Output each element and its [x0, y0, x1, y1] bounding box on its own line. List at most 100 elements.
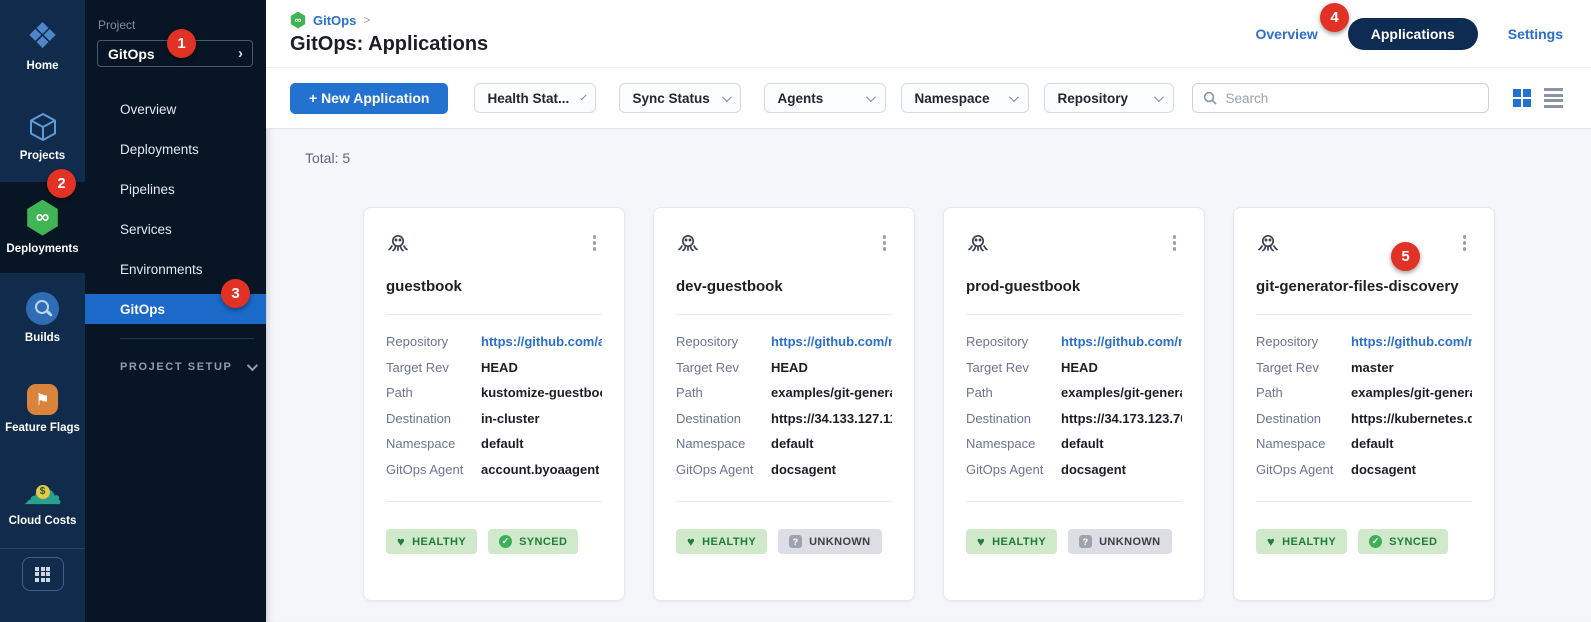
sync-status-badge: ?UNKNOWN [778, 529, 881, 554]
card-menu-button[interactable] [1167, 232, 1183, 254]
gitops-icon: ∞ [290, 12, 306, 29]
sidebar-item-feature-flags[interactable]: ⚑ Feature Flags [0, 364, 85, 455]
new-application-button[interactable]: + New Application [290, 83, 448, 114]
repository-link[interactable]: https://github.com/a... [481, 334, 602, 349]
module-label: Builds [25, 332, 60, 345]
chevron-down-icon [246, 360, 257, 371]
all-modules-button[interactable] [22, 557, 64, 591]
breadcrumb-gitops-link[interactable]: GitOps [313, 13, 356, 28]
chevron-down-icon [866, 92, 876, 102]
sidebar-item-services[interactable]: Services [85, 209, 266, 249]
card-divider [1256, 314, 1472, 315]
field-destination: Destinationhttps://34.133.127.118 [676, 406, 892, 432]
field-destination: Destinationhttps://34.173.123.70 [966, 406, 1182, 432]
module-label: Home [27, 60, 59, 73]
sidebar-item-overview[interactable]: Overview [85, 89, 266, 129]
heart-icon: ♥ [397, 535, 405, 548]
annotation-badge-5: 5 [1391, 242, 1420, 271]
application-name[interactable]: guestbook [386, 278, 602, 295]
page-title: GitOps: Applications [290, 33, 488, 56]
health-status-badge: ♥HEALTHY [676, 529, 767, 554]
rail-divider [0, 548, 85, 549]
grid-view-icon[interactable] [1513, 89, 1531, 107]
sidebar-item-deployments[interactable]: ∞ Deployments [0, 182, 85, 273]
application-card-prod-guestbook[interactable]: prod-guestbook Repositoryhttps://github.… [943, 207, 1205, 601]
application-card-guestbook[interactable]: guestbook Repositoryhttps://github.com/a… [363, 207, 625, 601]
header-left: ∞ GitOps > GitOps: Applications [290, 12, 488, 56]
chevron-down-icon [722, 92, 732, 102]
card-divider [676, 501, 892, 502]
breadcrumb-separator: > [363, 13, 370, 27]
project-setup-label: PROJECT SETUP [120, 361, 233, 373]
field-gitops-agent: GitOps Agentdocsagent [676, 457, 892, 483]
application-name[interactable]: prod-guestbook [966, 278, 1182, 295]
gitops-applications-page: ❖ Home Projects ∞ Deployments Builds ⚑ F… [0, 0, 1591, 622]
application-card-git-generator-files-discovery[interactable]: git-generator-files-discovery Repository… [1233, 207, 1495, 601]
home-icon: ❖ [26, 19, 58, 53]
heart-icon: ♥ [687, 535, 695, 548]
field-repository: Repositoryhttps://github.com/m... [1256, 329, 1472, 355]
module-rail: ❖ Home Projects ∞ Deployments Builds ⚑ F… [0, 0, 85, 622]
view-toggle [1513, 88, 1563, 108]
list-view-icon[interactable] [1544, 88, 1563, 108]
sidebar-item-home[interactable]: ❖ Home [0, 0, 85, 91]
card-menu-button[interactable] [1457, 232, 1473, 254]
applications-content: Total: 5 guestbook [266, 129, 1591, 601]
card-divider [966, 501, 1182, 502]
field-target-rev: Target Revmaster [1256, 355, 1472, 381]
apps-grid-icon [35, 567, 50, 582]
sidebar-item-deployments-nav[interactable]: Deployments [85, 129, 266, 169]
repository-link[interactable]: https://github.com/m... [1061, 334, 1182, 349]
sidebar-item-builds[interactable]: Builds [0, 273, 85, 364]
application-name[interactable]: dev-guestbook [676, 278, 892, 295]
filter-namespace[interactable]: Namespace [901, 83, 1029, 113]
tab-overview[interactable]: Overview [1255, 26, 1317, 42]
header-tabs: Overview Applications Settings [1255, 18, 1563, 50]
page-header: ∞ GitOps > GitOps: Applications Overview… [266, 0, 1591, 68]
field-path: Pathexamples/git-genera... [966, 380, 1182, 406]
field-path: Pathkustomize-guestbook [386, 380, 602, 406]
tab-applications[interactable]: Applications [1348, 18, 1478, 50]
field-repository: Repositoryhttps://github.com/a... [386, 329, 602, 355]
application-name[interactable]: git-generator-files-discovery [1256, 278, 1472, 295]
card-divider [1256, 501, 1472, 502]
search-input[interactable] [1225, 91, 1478, 106]
repository-link[interactable]: https://github.com/m... [1351, 334, 1472, 349]
chevron-down-icon [580, 93, 587, 100]
sidebar-item-cloud-costs[interactable]: ☁$ Cloud Costs [0, 455, 85, 546]
health-status-badge: ♥HEALTHY [1256, 529, 1347, 554]
heart-icon: ♥ [1267, 535, 1275, 548]
applications-toolbar: + New Application Health Stat... Sync St… [266, 68, 1591, 129]
feature-flags-icon: ⚑ [27, 384, 58, 415]
card-menu-button[interactable] [877, 232, 893, 254]
builds-icon [26, 292, 59, 325]
filter-health-status[interactable]: Health Stat... [474, 83, 596, 113]
chevron-down-icon [1009, 92, 1019, 102]
sidebar-item-projects[interactable]: Projects [0, 91, 85, 182]
main-area: ∞ GitOps > GitOps: Applications Overview… [266, 0, 1591, 622]
field-destination: Destinationin-cluster [386, 406, 602, 432]
filter-sync-status[interactable]: Sync Status [619, 83, 741, 113]
annotation-badge-2: 2 [47, 169, 76, 198]
filter-repository[interactable]: Repository [1044, 83, 1174, 113]
project-name: GitOps [108, 46, 155, 62]
card-divider [676, 314, 892, 315]
application-card-dev-guestbook[interactable]: dev-guestbook Repositoryhttps://github.c… [653, 207, 915, 601]
filter-agents[interactable]: Agents [764, 83, 886, 113]
health-status-badge: ♥HEALTHY [966, 529, 1057, 554]
sidebar-item-pipelines[interactable]: Pipelines [85, 169, 266, 209]
card-divider [966, 314, 1182, 315]
check-circle-icon: ✓ [1369, 535, 1382, 548]
project-setup-toggle[interactable]: PROJECT SETUP [120, 361, 266, 373]
field-namespace: Namespacedefault [386, 431, 602, 457]
field-target-rev: Target RevHEAD [966, 355, 1182, 381]
dollar-icon: $ [36, 485, 50, 499]
annotation-badge-1: 1 [167, 29, 196, 58]
tab-settings[interactable]: Settings [1508, 26, 1563, 42]
repository-link[interactable]: https://github.com/m... [771, 334, 892, 349]
deployments-icon: ∞ [26, 200, 60, 236]
field-namespace: Namespacedefault [966, 431, 1182, 457]
field-gitops-agent: GitOps Agentdocsagent [966, 457, 1182, 483]
cloud-costs-icon: ☁$ [23, 474, 63, 508]
card-menu-button[interactable] [587, 232, 603, 254]
